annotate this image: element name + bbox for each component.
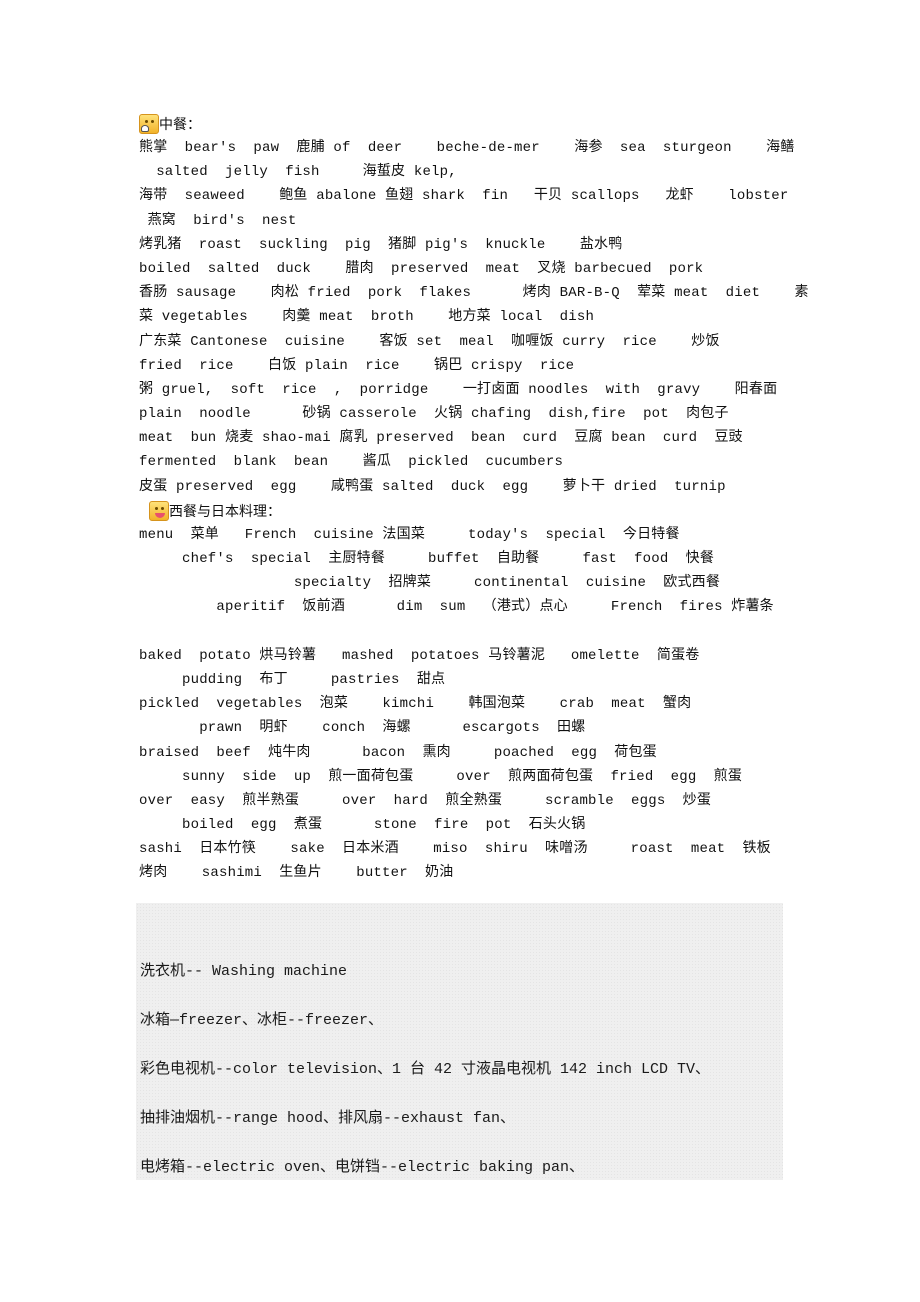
grinning-face-emoticon-icon: [149, 500, 169, 521]
text-line: [139, 620, 799, 644]
text-line: 熊掌 bear's paw 鹿脯 of deer beche-de-mer 海参…: [139, 140, 795, 156]
text-line: 皮蛋 preserved egg 咸鸭蛋 salted duck egg 萝卜干…: [139, 478, 726, 495]
text-line: 海带 seaweed 鲍鱼 abalone 鱼翅 shark fin 干贝 sc…: [139, 188, 789, 205]
heading-text: 中餐：: [159, 117, 201, 133]
text-line: 烤肉 sashimi 生鱼片 butter 奶油: [139, 865, 454, 882]
text-line: fermented blank bean 酱瓜 pickled cucumber…: [139, 454, 564, 471]
text-line: 香肠 sausage 肉松 fried pork flakes 烤肉 BAR-B…: [139, 285, 809, 302]
appliance-line: 抽排油烟机--range hood、排风扇--exhaust fan、: [140, 1110, 516, 1127]
section-heading-chinese: 中餐：: [139, 112, 799, 136]
appliance-line: 彩色电视机--color television、1 台 42 寸液晶电视机 14…: [140, 1061, 711, 1078]
text-line: pudding 布丁 pastries 甜点: [139, 671, 446, 688]
western-food-list: menu 菜单 French cuisine 法国菜 today's speci…: [139, 523, 799, 886]
text-line: specialty 招牌菜 continental cuisine 欧式西餐: [139, 575, 721, 592]
text-line: 广东菜 Cantonese cuisine 客饭 set meal 咖喱饭 cu…: [139, 333, 720, 350]
text-line: 烤乳猪 roast suckling pig 猪脚 pig's knuckle …: [139, 236, 623, 253]
rice-ball-emoticon-icon: [139, 114, 159, 134]
text-line: salted jelly fish 海蜇皮 kelp,: [139, 164, 457, 181]
text-line: sunny side up 煎一面荷包蛋 over 煎两面荷包蛋 fried e…: [139, 768, 743, 785]
text-line: sashi 日本竹筷 sake 日本米酒 miso shiru 味噌汤 roas…: [139, 841, 771, 858]
appliance-line: 洗衣机-- Washing machine: [140, 963, 348, 980]
text-line: menu 菜单 French cuisine 法国菜 today's speci…: [139, 526, 680, 543]
appliance-line: 电烤箱--electric oven、电饼铛--electric baking …: [140, 1159, 585, 1176]
text-line: plain noodle 砂锅 casserole 火锅 chafing dis…: [139, 406, 729, 423]
document-page: 中餐： 熊掌 bear's paw 鹿脯 of deer beche-de-me…: [139, 112, 809, 886]
chinese-food-list: 熊掌 bear's paw 鹿脯 of deer beche-de-mer 海参…: [139, 136, 809, 499]
appliance-line: 冰箱—freezer、冰柜--freezer、: [140, 1012, 384, 1029]
text-line: over easy 煎半熟蛋 over hard 煎全熟蛋 scramble e…: [139, 792, 712, 809]
heading-text: 西餐与日本料理：: [169, 503, 281, 520]
text-line: 粥 gruel, soft rice , porridge 一打卤面 noodl…: [139, 381, 778, 398]
text-line: braised beef 炖牛肉 bacon 熏肉 poached egg 荷包…: [139, 744, 657, 761]
text-line: boiled salted duck 腊肉 preserved meat 叉烧 …: [139, 260, 704, 277]
text-line: 菜 vegetables 肉羹 meat broth 地方菜 local dis…: [139, 309, 595, 326]
text-line: fried rice 白饭 plain rice 锅巴 crispy rice: [139, 357, 575, 374]
text-line: baked potato 烘马铃薯 mashed potatoes 马铃薯泥 o…: [139, 647, 700, 664]
text-line: 燕窝 bird's nest: [139, 212, 297, 229]
text-line: aperitif 饭前酒 dim sum （港式）点心 French fires…: [139, 599, 774, 616]
text-line: chef's special 主厨特餐 buffet 自助餐 fast food…: [139, 551, 715, 567]
text-line: boiled egg 煮蛋 stone fire pot 石头火锅: [139, 817, 586, 834]
text-line: prawn 明虾 conch 海螺 escargots 田螺: [139, 720, 586, 737]
appliance-list-box: 洗衣机-- Washing machine 冰箱—freezer、冰柜--fre…: [136, 903, 783, 1180]
section-heading-western: 西餐与日本料理：: [139, 499, 799, 523]
text-line: pickled vegetables 泡菜 kimchi 韩国泡菜 crab m…: [139, 696, 692, 713]
text-line: meat bun 烧麦 shao-mai 腐乳 preserved bean c…: [139, 430, 743, 447]
